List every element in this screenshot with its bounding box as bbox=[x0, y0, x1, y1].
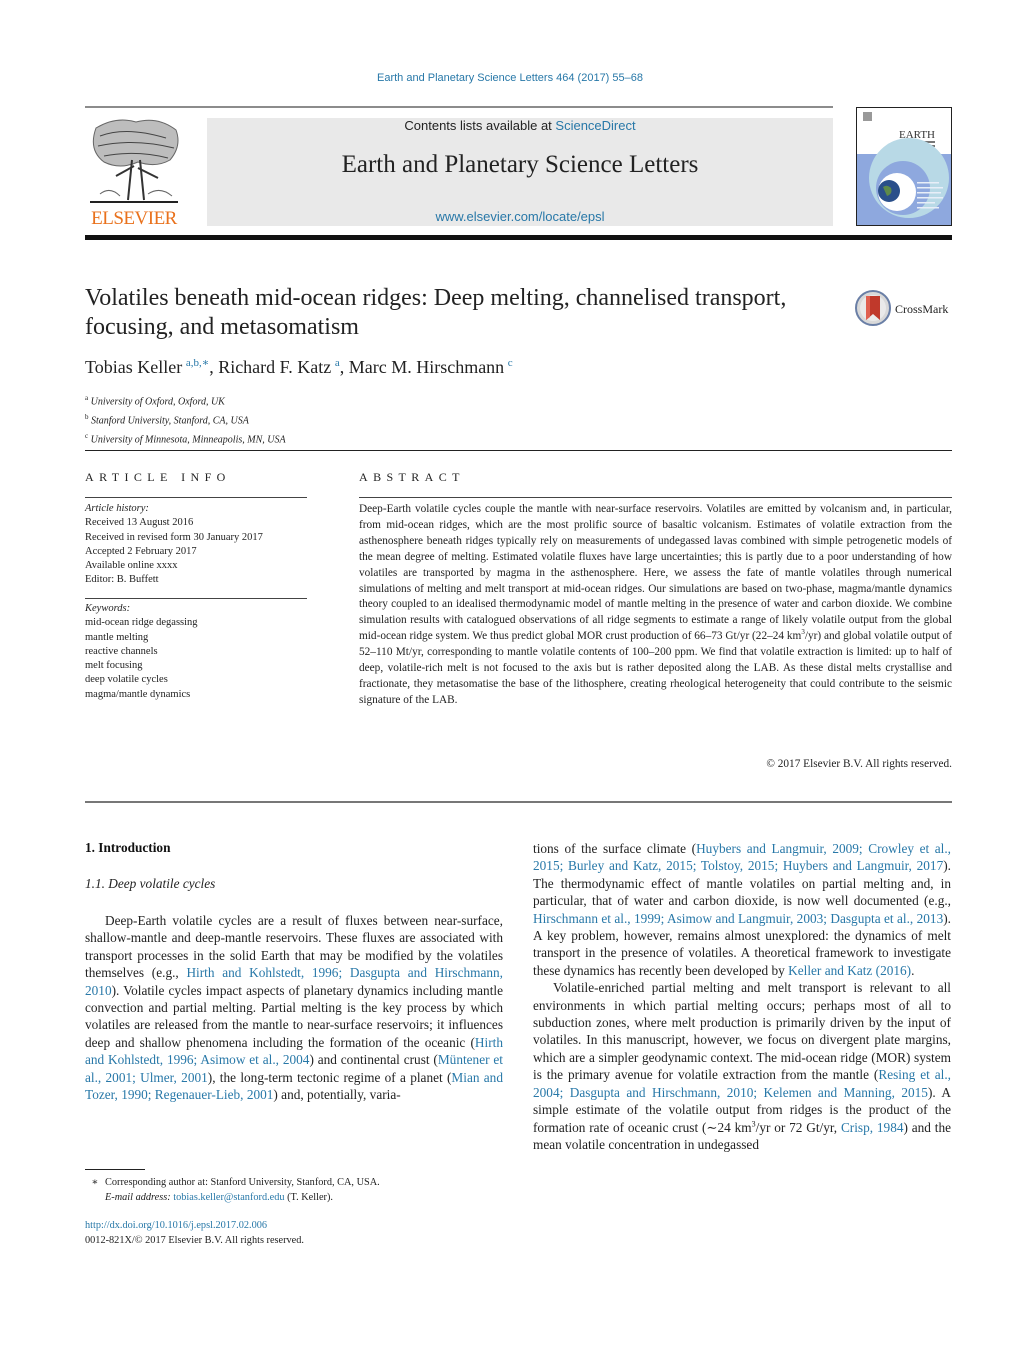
affiliation-item: a University of Oxford, Oxford, UK bbox=[85, 391, 286, 410]
affiliation-text: University of Oxford, Oxford, UK bbox=[90, 396, 225, 408]
author-list: Tobias Keller a,b,∗, Richard F. Katz a, … bbox=[85, 357, 513, 377]
affiliation-key: a bbox=[85, 394, 89, 402]
article-history: Article history: Received 13 August 2016… bbox=[85, 502, 307, 588]
keywords-divider bbox=[85, 598, 307, 599]
footnote-divider bbox=[85, 1169, 145, 1170]
masthead-divider bbox=[85, 235, 952, 240]
abstract-divider bbox=[359, 497, 952, 498]
journal-citation[interactable]: Earth and Planetary Science Letters 464 … bbox=[0, 72, 1020, 84]
journal-url-link[interactable]: www.elsevier.com/locate/epsl bbox=[207, 209, 833, 224]
email-suffix: (T. Keller). bbox=[284, 1192, 333, 1203]
journal-title: Earth and Planetary Science Letters bbox=[341, 151, 699, 178]
corresponding-author-footnote: ∗ Corresponding author at: Stanford Unive… bbox=[85, 1175, 505, 1205]
crossmark-icon bbox=[855, 290, 891, 326]
issn-rights: 0012-821X/© 2017 Elsevier B.V. All right… bbox=[85, 1235, 304, 1246]
author-name[interactable]: Richard F. Katz bbox=[218, 357, 331, 377]
abstract-text: Deep-Earth volatile cycles couple the ma… bbox=[359, 502, 952, 709]
subsection-heading: 1.1. Deep volatile cycles bbox=[85, 876, 216, 891]
text-run: ) and continental crust ( bbox=[309, 1052, 438, 1068]
author-affiliation-marker[interactable]: c bbox=[508, 357, 513, 369]
sciencedirect-link[interactable]: ScienceDirect bbox=[555, 118, 635, 133]
section-divider bbox=[85, 450, 952, 451]
author-affiliation-marker[interactable]: a,b,∗ bbox=[186, 357, 209, 369]
text-run: /yr or 72 Gt/yr, bbox=[755, 1119, 841, 1135]
history-item: Accepted 2 February 2017 bbox=[85, 545, 197, 557]
affiliation-text: University of Minnesota, Minneapolis, MN… bbox=[90, 433, 286, 445]
doi-link[interactable]: http://dx.doi.org/10.1016/j.epsl.2017.02… bbox=[85, 1220, 267, 1231]
article-info-heading: ARTICLE INFO bbox=[85, 470, 231, 484]
crossmark-label: CrossMark bbox=[895, 302, 949, 316]
section-heading: 1. Introduction bbox=[85, 840, 171, 855]
keyword-item: mid-ocean ridge degassing bbox=[85, 617, 198, 629]
keywords-label: Keywords: bbox=[85, 603, 131, 614]
corresponding-author-text: Corresponding author at: Stanford Univer… bbox=[105, 1177, 380, 1188]
text-run: ). Volatile cycles impact aspects of pla… bbox=[85, 982, 503, 1050]
body-paragraph: Volatile-enriched partial melting and me… bbox=[533, 979, 951, 1153]
abstract-copyright: © 2017 Elsevier B.V. All rights reserved… bbox=[766, 758, 952, 770]
affiliation-list: a University of Oxford, Oxford, UK b Sta… bbox=[85, 391, 286, 447]
contents-available-line: Contents lists available at ScienceDirec… bbox=[207, 118, 833, 133]
history-item: Received in revised form 30 January 2017 bbox=[85, 531, 263, 543]
affiliation-item: b Stanford University, Stanford, CA, USA bbox=[85, 410, 286, 429]
affiliation-item: c University of Minnesota, Minneapolis, … bbox=[85, 429, 286, 448]
journal-masthead: Contents lists available at ScienceDirec… bbox=[207, 118, 833, 226]
text-run: ) and, potentially, varia- bbox=[273, 1087, 401, 1103]
affiliation-key: c bbox=[85, 431, 89, 440]
citation-link[interactable]: Crisp, 1984 bbox=[841, 1120, 904, 1135]
header-divider bbox=[85, 106, 833, 108]
keyword-item: mantle melting bbox=[85, 631, 149, 643]
keyword-item: reactive channels bbox=[85, 645, 158, 657]
keywords: Keywords: mid-ocean ridge degassing mant… bbox=[85, 602, 307, 702]
author-name[interactable]: Marc M. Hirschmann bbox=[349, 357, 504, 377]
email-label: E-mail address: bbox=[105, 1192, 174, 1203]
front-matter-divider bbox=[85, 801, 952, 803]
article-history-label: Article history: bbox=[85, 503, 149, 514]
text-run: tions of the surface climate ( bbox=[533, 841, 697, 856]
email-link[interactable]: tobias.keller@stanford.edu bbox=[173, 1192, 284, 1203]
crossmark-badge[interactable]: CrossMark bbox=[855, 290, 955, 330]
body-column-right: tions of the surface climate (Huybers an… bbox=[533, 840, 951, 1153]
affiliation-key: b bbox=[85, 412, 89, 421]
doi-block: http://dx.doi.org/10.1016/j.epsl.2017.02… bbox=[85, 1218, 304, 1248]
history-item: Available online xxxx bbox=[85, 560, 178, 572]
keyword-item: melt focusing bbox=[85, 660, 143, 672]
abstract-heading: ABSTRACT bbox=[359, 470, 465, 484]
body-paragraph: tions of the surface climate (Huybers an… bbox=[533, 840, 951, 979]
text-run: . bbox=[911, 962, 915, 978]
contents-prefix: Contents lists available at bbox=[404, 118, 556, 133]
text-run: ), the long-term tectonic regime of a pl… bbox=[207, 1069, 452, 1085]
footnote-marker: ∗ bbox=[91, 1177, 99, 1188]
keyword-item: deep volatile cycles bbox=[85, 674, 168, 686]
abstract-text-part: Deep-Earth volatile cycles couple the ma… bbox=[359, 503, 952, 643]
body-column-left: Deep-Earth volatile cycles are a result … bbox=[85, 912, 503, 1103]
history-item: Received 13 August 2016 bbox=[85, 517, 194, 529]
author-affiliation-marker[interactable]: a bbox=[335, 357, 340, 369]
elsevier-logo[interactable]: ELSEVIER bbox=[86, 116, 182, 229]
citation-link[interactable]: Keller and Katz (2016) bbox=[788, 963, 911, 978]
keyword-item: magma/mantle dynamics bbox=[85, 688, 191, 700]
article-title: Volatiles beneath mid-ocean ridges: Deep… bbox=[85, 285, 787, 340]
elsevier-tree-icon bbox=[90, 119, 179, 203]
body-paragraph: Deep-Earth volatile cycles are a result … bbox=[85, 912, 503, 1103]
history-item: Editor: B. Buffett bbox=[85, 574, 159, 586]
affiliation-text: Stanford University, Stanford, CA, USA bbox=[91, 415, 249, 427]
author-name[interactable]: Tobias Keller bbox=[85, 357, 182, 377]
article-info-divider bbox=[85, 497, 307, 498]
elsevier-wordmark: ELSEVIER bbox=[91, 208, 177, 229]
journal-cover-image: EARTH bbox=[857, 108, 951, 225]
citation-link[interactable]: Hirschmann et al., 1999; Asimow and Lang… bbox=[533, 911, 943, 926]
journal-cover-thumbnail[interactable]: EARTH bbox=[856, 107, 952, 226]
